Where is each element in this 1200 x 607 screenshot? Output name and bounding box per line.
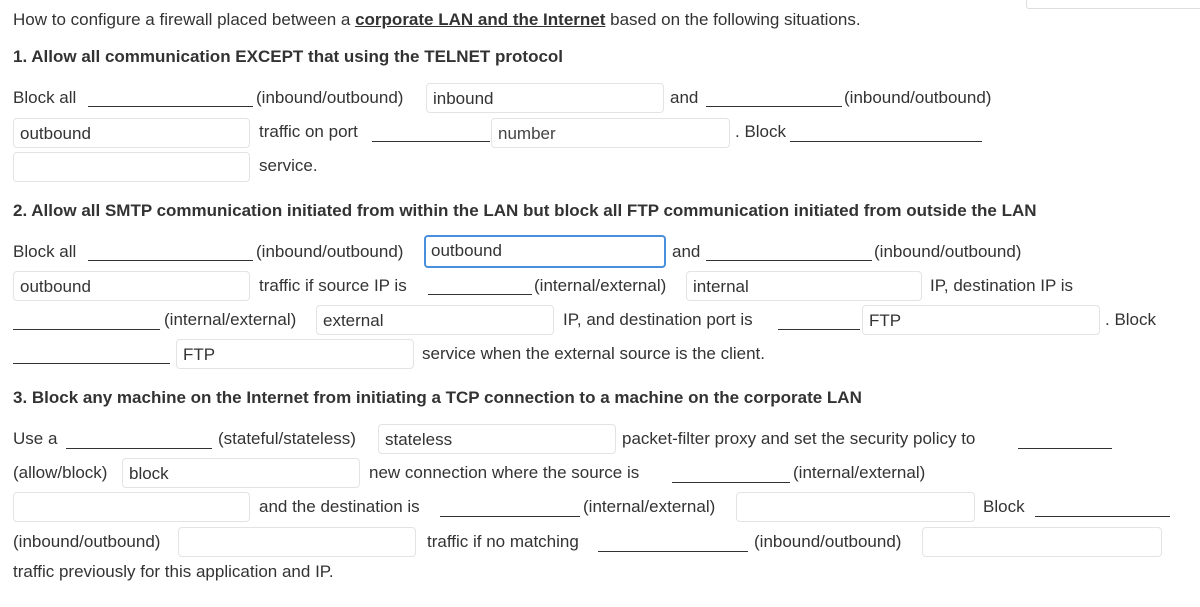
blank-line	[13, 363, 170, 364]
label: and	[672, 242, 701, 261]
label: packet-filter proxy and set the security…	[622, 429, 976, 448]
label: . Block	[735, 122, 787, 141]
label: IP, and destination port is	[563, 310, 753, 329]
label: IP, destination IP is	[930, 276, 1074, 295]
intro-suffix: based on the following situations.	[605, 10, 861, 29]
q2-answer-5[interactable]: FTP	[862, 305, 1100, 335]
partial-input-top-right[interactable]	[1026, 0, 1200, 9]
hint: (allow/block)	[13, 463, 108, 482]
label: Block all	[13, 242, 77, 261]
hint: (internal/external)	[164, 310, 297, 329]
label: Block all	[13, 88, 77, 107]
q2-answer-3[interactable]: internal	[686, 271, 922, 301]
hint: (internal/external)	[583, 497, 716, 516]
q3-answer-4[interactable]	[736, 492, 975, 522]
q1-heading: 1. Allow all communication EXCEPT that u…	[13, 47, 564, 66]
q3-answer-5[interactable]	[178, 527, 416, 557]
blank-line	[66, 448, 212, 449]
intro-link[interactable]: corporate LAN and the Internet	[355, 10, 605, 29]
hint: (inbound/outbound)	[754, 532, 902, 551]
q2-heading: 2. Allow all SMTP communication initiate…	[13, 201, 1037, 220]
q2-answer-4[interactable]: external	[316, 305, 554, 335]
blank-line	[790, 141, 982, 142]
hint: (inbound/outbound)	[844, 88, 992, 107]
blank-line	[706, 106, 842, 107]
q3-heading: 3. Block any machine on the Internet fro…	[13, 388, 862, 407]
q3-answer-2[interactable]: block	[122, 458, 360, 488]
q1-answer-1[interactable]: inbound	[426, 83, 664, 113]
blank-line	[88, 260, 253, 261]
label: traffic previously for this application …	[13, 562, 334, 581]
q1-answer-2[interactable]: outbound	[13, 118, 250, 148]
blank-line	[598, 551, 748, 552]
blank-line	[1035, 516, 1170, 517]
hint: (internal/external)	[793, 463, 926, 482]
label: traffic if source IP is	[259, 276, 407, 295]
hint: (inbound/outbound)	[256, 88, 404, 107]
label: and the destination is	[259, 497, 420, 516]
q2-answer-6[interactable]: FTP	[176, 339, 414, 369]
hint: (inbound/outbound)	[13, 532, 161, 551]
blank-line	[706, 260, 872, 261]
label: and	[670, 88, 699, 107]
blank-line	[672, 482, 790, 483]
label: traffic on port	[259, 122, 358, 141]
hint: (inbound/outbound)	[256, 242, 404, 261]
label: service.	[259, 156, 318, 175]
blank-line	[1018, 448, 1112, 449]
q3-answer-1[interactable]: stateless	[378, 424, 616, 454]
hint: (stateful/stateless)	[218, 429, 356, 448]
q1-answer-4[interactable]	[13, 152, 250, 182]
hint: (internal/external)	[534, 276, 667, 295]
intro-text: How to configure a firewall placed betwe…	[13, 10, 861, 30]
q2-answer-2[interactable]: outbound	[13, 271, 250, 301]
label: traffic if no matching	[427, 532, 579, 551]
label: . Block	[1105, 310, 1157, 329]
blank-line	[428, 294, 532, 295]
intro-prefix: How to configure a firewall placed betwe…	[13, 10, 356, 29]
label: new connection where the source is	[369, 463, 640, 482]
label: Use a	[13, 429, 58, 448]
q1-answer-3[interactable]: number	[491, 118, 730, 148]
blank-line	[778, 329, 860, 330]
blank-line	[372, 141, 490, 142]
q3-answer-3[interactable]	[13, 492, 250, 522]
q3-answer-6[interactable]	[922, 527, 1162, 557]
label: Block	[983, 497, 1025, 516]
hint: (inbound/outbound)	[874, 242, 1022, 261]
blank-line	[88, 106, 253, 107]
label: service when the external source is the …	[422, 344, 766, 363]
q2-answer-1[interactable]: outbound	[424, 235, 666, 268]
blank-line	[440, 516, 580, 517]
blank-line	[13, 329, 160, 330]
